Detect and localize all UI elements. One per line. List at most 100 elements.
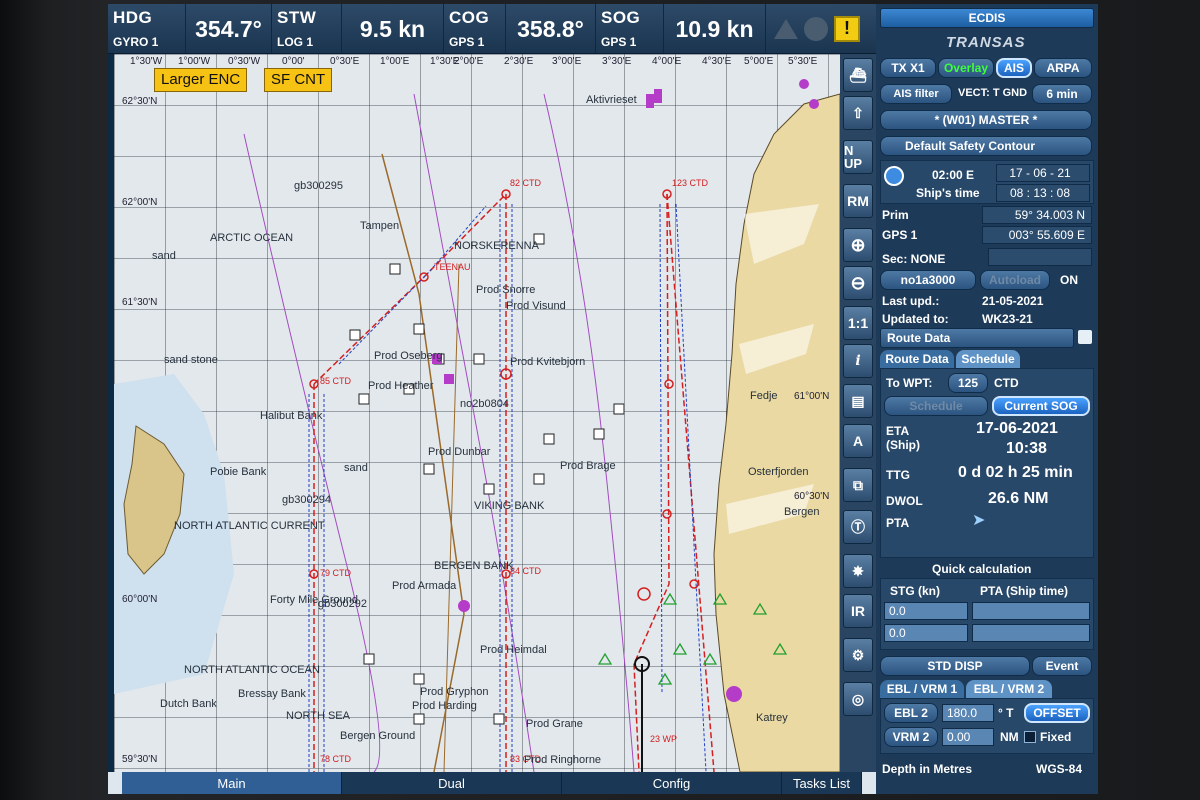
nav-data-bar: HDG GYRO 1 354.7° STW LOG 1 9.5 kn COG G…: [108, 4, 876, 54]
page-icon[interactable]: ▤: [843, 384, 873, 418]
hdg-source: GYRO 1: [113, 35, 159, 49]
lat-label: 62°30'N: [122, 96, 158, 107]
chart-label: Prod Gryphon: [420, 686, 489, 698]
chart-label: Prod Brage: [560, 460, 616, 472]
arpa-button[interactable]: ARPA: [1034, 58, 1092, 78]
chart-label: Pobie Bank: [210, 466, 267, 478]
timezone: 02:00 E: [932, 168, 975, 182]
tab-schedule[interactable]: Schedule: [956, 350, 1020, 368]
chart-label: gb300294: [282, 494, 331, 506]
sog-value-cell: 10.9 kn: [664, 4, 766, 53]
offset-button[interactable]: OFFSET: [1024, 703, 1090, 723]
ships-time-field: 08 : 13 : 08: [996, 184, 1090, 202]
prim-label: Prim: [882, 208, 909, 222]
master-selector[interactable]: * (W01) MASTER *: [880, 110, 1092, 130]
info-button[interactable]: i: [843, 344, 873, 378]
relative-motion-button[interactable]: RM: [843, 184, 873, 218]
stg-input[interactable]: 0.0: [884, 624, 968, 642]
scale-1to1-button[interactable]: 1:1: [843, 306, 873, 340]
vrm-2-button[interactable]: VRM 2: [884, 727, 938, 747]
tab-tasks-list[interactable]: Tasks List: [782, 772, 862, 794]
lat-label: 61°00'N: [794, 391, 830, 402]
hdg-label-cell: HDG GYRO 1: [108, 4, 186, 53]
tab-route-data[interactable]: Route Data: [880, 350, 954, 368]
zoom-out-icon[interactable]: ⊖: [843, 266, 873, 300]
chart-label: Prod Dunbar: [428, 446, 491, 458]
tab-dual[interactable]: Dual: [342, 772, 562, 794]
safety-contour-selector[interactable]: Default Safety Contour: [880, 136, 1092, 156]
center-ship-icon[interactable]: ⇧: [843, 96, 873, 130]
chart-label: Dutch Bank: [160, 698, 217, 710]
stg-input[interactable]: 0.0: [884, 602, 968, 620]
chart-label: Prod Visund: [506, 300, 566, 312]
chart-label: sand stone: [164, 354, 218, 366]
left-mini-icon[interactable]: [108, 772, 122, 794]
vect-time-selector[interactable]: 6 min: [1032, 84, 1092, 104]
circle-icon[interactable]: [804, 16, 828, 41]
eta-label: ETA (Ship): [886, 424, 920, 452]
chart-label: VIKING BANK: [474, 500, 545, 512]
tab-ebl-vrm-2[interactable]: EBL / VRM 2: [966, 680, 1052, 698]
autoload-button[interactable]: Autoload: [980, 270, 1050, 290]
tab-ebl-vrm-1[interactable]: EBL / VRM 1: [880, 680, 964, 698]
ship-icon[interactable]: ⛴: [843, 58, 873, 92]
tab-config[interactable]: Config: [562, 772, 782, 794]
larger-enc-button[interactable]: Larger ENC: [154, 68, 248, 92]
clock-icon[interactable]: [884, 166, 904, 186]
sog-label: SOG: [601, 8, 641, 27]
ais-filter-button[interactable]: AIS filter: [880, 84, 952, 104]
chart-set-selector[interactable]: no1a3000: [880, 270, 976, 290]
stw-value: 9.5 kn: [359, 15, 426, 42]
ring-icon[interactable]: ◎: [843, 682, 873, 716]
zoom-in-icon[interactable]: ⊕: [843, 228, 873, 262]
ebl-value-input[interactable]: 180.0: [942, 704, 994, 722]
ais-button[interactable]: AIS: [996, 58, 1032, 78]
vect-label: VECT: T GND: [958, 87, 1028, 99]
ir-button[interactable]: IR: [843, 594, 873, 628]
gear-icon[interactable]: ⚙: [843, 638, 873, 672]
sog-label-cell: SOG GPS 1: [596, 4, 664, 53]
popout-icon[interactable]: [1078, 330, 1092, 344]
pta-input[interactable]: [972, 602, 1090, 620]
letter-a-icon[interactable]: A: [843, 424, 873, 458]
lon-label: 0°30'E: [330, 56, 360, 67]
std-disp-button[interactable]: STD DISP: [880, 656, 1030, 676]
schedule-button[interactable]: Schedule: [884, 396, 988, 416]
north-up-button[interactable]: N UP: [843, 140, 873, 174]
chart-label: Tampen: [360, 220, 400, 232]
pta-label: PTA: [886, 516, 910, 530]
ebl-2-button[interactable]: EBL 2: [884, 703, 938, 723]
lon-label: 3°30'E: [602, 56, 632, 67]
pta-input[interactable]: [972, 624, 1090, 642]
vrm-value-input[interactable]: 0.00: [942, 728, 994, 746]
sec-label: Sec: NONE: [882, 252, 946, 266]
lon-label: 1°00'W: [178, 56, 211, 67]
sf-cnt-button[interactable]: SF CNT: [264, 68, 333, 92]
chart-label: ARCTIC OCEAN: [210, 232, 294, 244]
fixed-checkbox[interactable]: [1024, 731, 1036, 743]
chart-label: Katrey: [756, 712, 788, 724]
settings-star-icon[interactable]: ✸: [843, 554, 873, 588]
lon-label: 2°30'E: [504, 56, 534, 67]
chart-label: Prod Kvitebjorn: [510, 356, 586, 368]
triangle-icon[interactable]: [774, 18, 798, 39]
warning-icon[interactable]: !: [834, 15, 860, 42]
chart-label: Prod Grane: [526, 718, 583, 730]
to-wpt-selector[interactable]: 125: [948, 373, 988, 393]
hdg-value: 354.7°: [195, 15, 262, 42]
chart-label: Prod Harding: [412, 700, 477, 712]
tools-icon[interactable]: Ⓣ: [843, 510, 873, 544]
route-data-selector[interactable]: Route Data: [880, 328, 1074, 348]
layers-icon[interactable]: ⧉: [843, 468, 873, 502]
right-mini-icon[interactable]: [862, 772, 876, 794]
lat-label: 60°30'N: [794, 491, 830, 502]
nautical-chart[interactable]: Larger ENC SF CNT 62°30'N 62°00'N 61°30'…: [114, 54, 840, 772]
event-button[interactable]: Event: [1032, 656, 1092, 676]
tx-selector[interactable]: TX X1: [880, 58, 936, 78]
current-sog-button[interactable]: Current SOG: [992, 396, 1090, 416]
gps-label: GPS 1: [882, 228, 918, 242]
overlay-button[interactable]: Overlay: [938, 58, 994, 78]
route-label: 84 CTD: [510, 566, 542, 576]
quick-calc-title: Quick calculation: [932, 562, 1032, 576]
tab-main[interactable]: Main: [122, 772, 342, 794]
